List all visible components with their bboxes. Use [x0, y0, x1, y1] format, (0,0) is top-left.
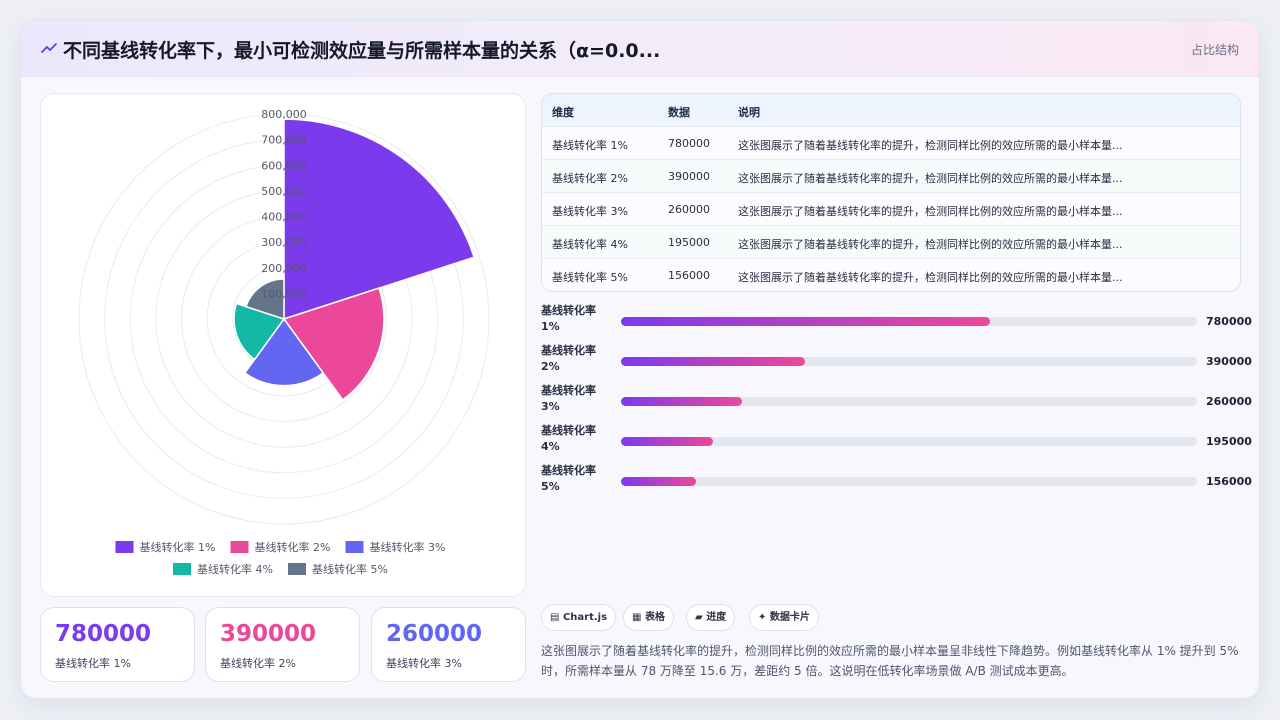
chart-icon: ▤	[550, 612, 560, 623]
chip-label: Chart.js	[562, 612, 608, 623]
chip-data-cards[interactable]: ✦ 数据卡片	[749, 604, 819, 631]
table-cell: 这张图展示了随着基线转化率的提升，检测同样比例的效应所需的最小样本量...	[738, 205, 1123, 218]
table-cell: 195000	[668, 236, 710, 249]
chip-table[interactable]: ▦ 表格	[623, 604, 674, 631]
legend-swatch	[115, 541, 134, 553]
stat-card: 260000 基线转化率 3%	[371, 607, 526, 682]
chip-chartjs[interactable]: ▤ Chart.js	[541, 604, 617, 631]
table-icon: ▦	[632, 612, 642, 623]
radial-tick-label: 400,000	[261, 211, 307, 224]
radial-tick-label: 300,000	[261, 236, 307, 249]
legend-swatch	[288, 563, 306, 575]
legend-label: 基线转化率 2%	[255, 540, 331, 554]
sparkle-icon: ✦	[758, 612, 767, 623]
chip-label: 数据卡片	[769, 612, 810, 623]
stat-card: 390000 基线转化率 2%	[205, 607, 360, 682]
table-cell: 780000	[668, 137, 710, 150]
table-cell: 这张图展示了随着基线转化率的提升，检测同样比例的效应所需的最小样本量...	[738, 271, 1123, 284]
table-cell: 基线转化率 4%	[552, 238, 628, 251]
chart-line-icon	[41, 43, 57, 53]
table-header-row: 维度 数据 说明	[542, 94, 1240, 127]
progress-value: 260000	[1206, 395, 1252, 408]
legend-label: 基线转化率 1%	[140, 540, 216, 554]
column-header: 说明	[738, 106, 760, 119]
table-cell: 基线转化率 1%	[552, 139, 628, 152]
progress-fill	[621, 437, 714, 446]
stat-value: 780000	[55, 621, 152, 647]
table-row: 基线转化率 2% 390000 这张图展示了随着基线转化率的提升，检测同样比例的…	[542, 160, 1240, 193]
table-cell: 260000	[668, 203, 710, 216]
legend-swatch	[345, 541, 364, 553]
table-cell: 基线转化率 2%	[552, 172, 628, 185]
page-title: 不同基线转化率下，最小可检测效应量与所需样本量的关系（α=0.0...	[63, 40, 661, 62]
progress-label: 基线转化率 5%	[541, 464, 596, 493]
chip-label: 进度	[706, 612, 727, 623]
radial-tick-label: 100,000	[261, 287, 307, 300]
progress-row: 基线转化率 3% 260000	[541, 383, 1252, 423]
table-row: 基线转化率 1% 780000 这张图展示了随着基线转化率的提升，检测同样比例的…	[542, 127, 1240, 160]
progress-fill	[621, 397, 742, 406]
dashboard-card: 不同基线转化率下，最小可检测效应量与所需样本量的关系（α=0.0... 占比结构…	[20, 20, 1260, 699]
header-bar: 不同基线转化率下，最小可检测效应量与所需样本量的关系（α=0.0... 占比结构	[21, 21, 1259, 77]
progress-row: 基线转化率 4% 195000	[541, 423, 1252, 463]
table-cell: 基线转化率 3%	[552, 205, 628, 218]
radial-tick-label: 600,000	[261, 159, 307, 172]
radial-tick-label: 700,000	[261, 134, 307, 147]
table-cell: 156000	[668, 269, 710, 282]
stat-card: 780000 基线转化率 1%	[40, 607, 195, 682]
progress-row: 基线转化率 5% 156000	[541, 463, 1252, 503]
progress-row: 基线转化率 1% 780000	[541, 303, 1252, 343]
progress-value: 195000	[1206, 435, 1252, 448]
progress-icon: ▰	[695, 612, 703, 623]
progress-value: 780000	[1206, 315, 1252, 328]
polar-area-chart: 100,000 200,000 300,000 400,000 500,000 600,0…	[78, 108, 490, 576]
legend-label: 基线转化率 4%	[197, 562, 273, 576]
progress-track	[621, 397, 1197, 406]
stat-label: 基线转化率 1%	[55, 657, 131, 670]
progress-label: 基线转化率 3%	[541, 384, 596, 413]
polar-chart-panel: 100,000 200,000 300,000 400,000 500,000 600,0…	[40, 93, 526, 597]
table-row: 基线转化率 5% 156000 这张图展示了随着基线转化率的提升，检测同样比例的…	[542, 259, 1240, 291]
table-cell: 390000	[668, 170, 710, 183]
table-cell: 基线转化率 5%	[552, 271, 628, 284]
radial-tick-label: 200,000	[261, 262, 307, 275]
stat-cards: 780000 基线转化率 1% 390000 基线转化率 2% 260000 基…	[40, 607, 526, 682]
stat-label: 基线转化率 2%	[220, 657, 296, 670]
legend-swatch	[230, 541, 249, 553]
progress-label: 基线转化率 2%	[541, 344, 596, 373]
stat-value: 260000	[386, 621, 483, 647]
legend-swatch	[173, 563, 191, 575]
radial-tick-label: 800,000	[261, 108, 307, 121]
category-tag: 占比结构	[1190, 43, 1239, 57]
data-table: 维度 数据 说明 基线转化率 1% 780000 这张图展示了随着基线转化率的提…	[541, 93, 1241, 292]
chip-label: 表格	[644, 612, 665, 623]
progress-fill	[621, 317, 990, 326]
table-row: 基线转化率 3% 260000 这张图展示了随着基线转化率的提升，检测同样比例的…	[542, 193, 1240, 226]
progress-label: 基线转化率 1%	[541, 304, 596, 333]
stat-value: 390000	[220, 621, 317, 647]
table-cell: 这张图展示了随着基线转化率的提升，检测同样比例的效应所需的最小样本量...	[738, 172, 1123, 185]
progress-fill	[621, 357, 806, 366]
progress-fill	[621, 477, 696, 486]
progress-track	[621, 477, 1197, 486]
progress-value: 390000	[1206, 355, 1252, 368]
progress-track	[621, 437, 1197, 446]
progress-value: 156000	[1206, 475, 1252, 488]
legend-label: 基线转化率 3%	[370, 540, 446, 554]
column-header: 数据	[668, 106, 690, 119]
table-cell: 这张图展示了随着基线转化率的提升，检测同样比例的效应所需的最小样本量...	[738, 139, 1123, 152]
chip-progress[interactable]: ▰ 进度	[686, 604, 736, 631]
column-header: 维度	[552, 106, 574, 119]
progress-track	[621, 317, 1197, 326]
progress-row: 基线转化率 2% 390000	[541, 343, 1252, 383]
progress-list: 基线转化率 1% 780000 基线转化率 2% 390000 基线转化率 3%…	[541, 303, 1252, 503]
progress-track	[621, 357, 1197, 366]
table-row: 基线转化率 4% 195000 这张图展示了随着基线转化率的提升，检测同样比例的…	[542, 226, 1240, 259]
description-text: 这张图展示了随着基线转化率的提升，检测同样比例的效应所需的最小样本量呈非线性下降…	[541, 644, 1239, 678]
radial-tick-label: 500,000	[261, 185, 307, 198]
table-cell: 这张图展示了随着基线转化率的提升，检测同样比例的效应所需的最小样本量...	[738, 238, 1123, 251]
progress-label: 基线转化率 4%	[541, 424, 596, 453]
legend-label: 基线转化率 5%	[312, 562, 388, 576]
stat-label: 基线转化率 3%	[386, 657, 462, 670]
